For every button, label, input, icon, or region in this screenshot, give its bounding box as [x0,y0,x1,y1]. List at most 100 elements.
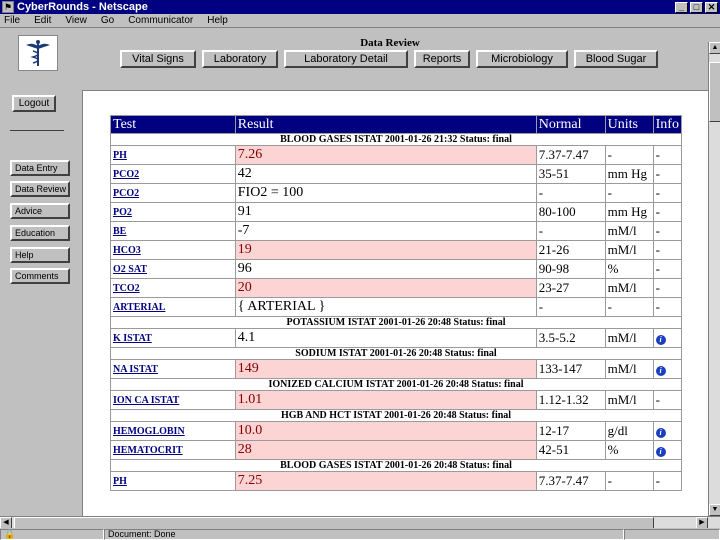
result-value: 91 [234,202,537,222]
result-value: 20 [234,278,537,298]
result-value: -7 [234,221,537,241]
table-row: PCO2 42 35-51 mm Hg - [110,164,683,184]
nav-reports-button[interactable]: Reports [414,50,470,68]
test-name-link[interactable]: PCO2 [110,164,236,184]
caduceus-logo [18,35,58,71]
result-value: 149 [234,359,537,379]
table-row: HEMOGLOBIN 10.0 12-17 g/dl i [110,421,683,441]
result-value: 1.01 [234,390,537,410]
test-name-link[interactable]: ARTERIAL [110,297,236,317]
sidebar-item-help[interactable]: Help [10,247,70,263]
table-row: PO2 91 80-100 mm Hg - [110,202,683,222]
maximize-icon[interactable]: □ [690,1,703,13]
sidebar-item-comments[interactable]: Comments [10,268,70,284]
test-name-link[interactable]: K ISTAT [110,328,236,348]
normal-range: 90-98 [535,259,606,279]
minimize-icon[interactable]: _ [675,1,688,13]
test-name-link[interactable]: PH [110,145,236,165]
status-bar: 🔒 Document: Done [0,528,720,540]
menu-edit[interactable]: Edit [34,15,51,26]
test-name-link[interactable]: TCO2 [110,278,236,298]
page-title: Data Review [360,37,420,49]
test-name-link[interactable]: PCO2 [110,183,236,203]
result-value: 10.0 [234,421,537,441]
table-row: ARTERIAL{ ARTERIAL } - - - [110,297,683,317]
scrollbar-thumb[interactable] [709,62,720,122]
menu-communicator[interactable]: Communicator [128,15,193,26]
info-icon[interactable]: i [655,428,666,438]
menu-bar: File Edit View Go Communicator Help [0,14,720,28]
section-header-row: POTASSIUM ISTAT 2001-01-26 20:48 Status:… [110,316,682,329]
info-icon[interactable]: i [655,366,666,376]
units-value: % [604,259,654,279]
lab-results-table: Test Result Normal Units Info BLOOD GASE… [110,115,683,491]
test-name-link[interactable]: PO2 [110,202,236,222]
security-icon[interactable]: 🔒 [0,528,104,540]
menu-go[interactable]: Go [101,15,114,26]
vertical-scrollbar[interactable]: ▲ ▼ [708,42,720,516]
nav-laboratory-detail-button[interactable]: Laboratory Detail [284,50,408,68]
info-cell: i [652,359,683,379]
table-row: PCO2 FIO2 = 100- - - [110,183,683,203]
info-icon[interactable]: i [655,447,666,457]
col-result-header: Result [234,115,537,134]
menu-file[interactable]: File [4,15,20,26]
units-value: - [604,471,654,491]
normal-range: - [535,221,606,241]
test-name-link[interactable]: HEMOGLOBIN [110,421,236,441]
units-value: - [604,183,654,203]
test-name-link[interactable]: ION CA ISTAT [110,390,236,410]
logout-button[interactable]: Logout [12,95,56,112]
normal-range: 7.37-7.47 [535,471,606,491]
info-value: - [652,202,683,222]
normal-range: 42-51 [535,440,606,460]
nav-laboratory-button[interactable]: Laboratory [202,50,278,68]
table-row: PH 7.26 7.37-7.47- - [110,145,683,165]
status-component-icons [624,528,720,540]
table-row: TCO2 20 23-27 mM/l - [110,278,683,298]
table-row: BE -7- mM/l - [110,221,683,241]
sidebar-item-advice[interactable]: Advice [10,203,70,219]
menu-view[interactable]: View [65,15,87,26]
col-test-header: Test [110,115,236,134]
table-row: HEMATOCRIT 28 42-51% i [110,440,683,460]
test-name-link[interactable]: BE [110,221,236,241]
normal-range: - [535,297,606,317]
scroll-down-icon[interactable]: ▼ [709,504,720,516]
test-name-link[interactable]: HCO3 [110,240,236,260]
info-value: - [652,183,683,203]
sidebar-item-data-review[interactable]: Data Review [10,181,70,197]
table-row: O2 SAT 96 90-98% - [110,259,683,279]
result-value: FIO2 = 100 [234,183,537,203]
section-header-row: IONIZED CALCIUM ISTAT 2001-01-26 20:48 S… [110,378,682,391]
test-name-link[interactable]: HEMATOCRIT [110,440,236,460]
normal-range: 1.12-1.32 [535,390,606,410]
normal-range: 21-26 [535,240,606,260]
info-value: - [652,164,683,184]
sidebar-item-data-entry[interactable]: Data Entry [10,160,70,176]
section-header-row: BLOOD GASES ISTAT 2001-01-26 20:48 Statu… [110,459,682,472]
test-name-link[interactable]: PH [110,471,236,491]
units-value: mM/l [604,240,654,260]
scroll-up-icon[interactable]: ▲ [709,42,720,54]
info-icon[interactable]: i [655,335,666,345]
nav-vital-signs-button[interactable]: Vital Signs [120,50,196,68]
app-icon: ⚑ [2,1,14,13]
horizontal-scrollbar[interactable]: ◀ ▶ [0,516,720,529]
nav-blood-sugar-button[interactable]: Blood Sugar [574,50,658,68]
menu-help[interactable]: Help [207,15,228,26]
nav-microbiology-button[interactable]: Microbiology [476,50,568,68]
info-value: - [652,240,683,260]
section-title: BLOOD GASES ISTAT 2001-01-26 21:32 Statu… [110,133,682,146]
info-value: - [652,390,683,410]
sidebar-item-education[interactable]: Education [10,225,70,241]
test-name-link[interactable]: O2 SAT [110,259,236,279]
info-cell: i [652,421,683,441]
normal-range: 12-17 [535,421,606,441]
test-name-link[interactable]: NA ISTAT [110,359,236,379]
close-icon[interactable]: ✕ [705,1,718,13]
status-text: Document: Done [104,528,624,540]
units-value: mM/l [604,328,654,348]
units-value: mM/l [604,359,654,379]
result-value: 96 [234,259,537,279]
